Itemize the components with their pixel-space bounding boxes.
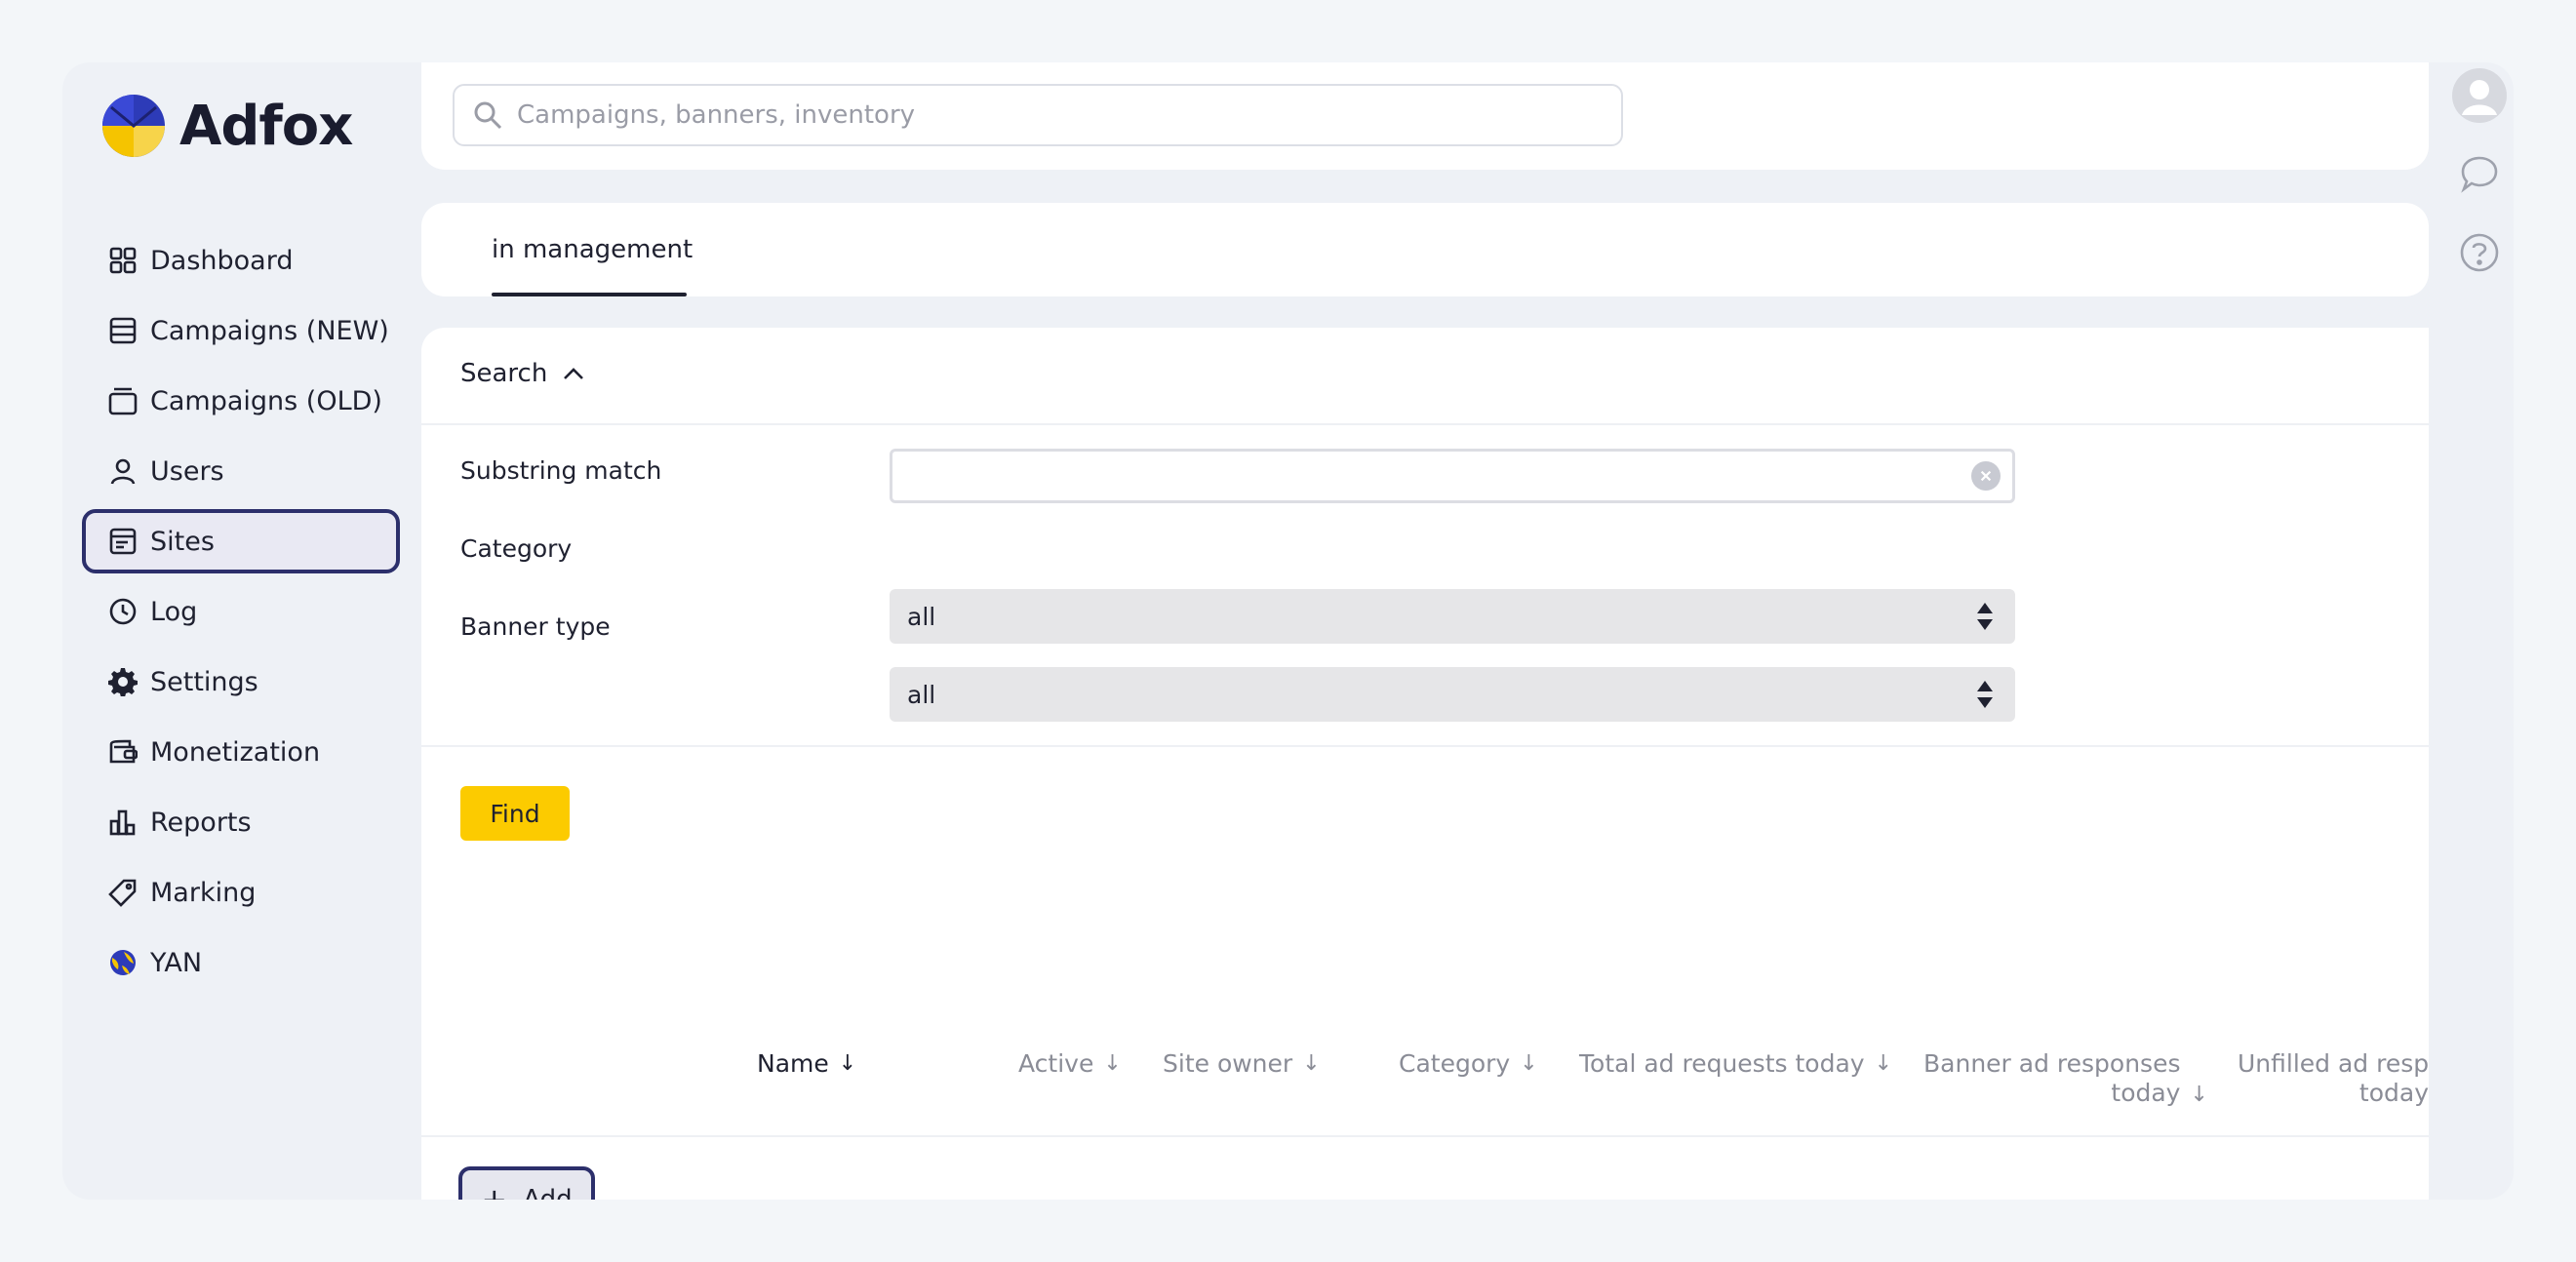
column-label: Name bbox=[757, 1049, 829, 1078]
top-search-card bbox=[421, 62, 2429, 170]
sidebar-item-campaigns-old[interactable]: Campaigns (OLD) bbox=[82, 369, 400, 433]
add-button-label: Add bbox=[523, 1185, 573, 1200]
column-label: Banner ad responses today bbox=[1923, 1049, 2180, 1108]
adfox-logo[interactable]: Adfox bbox=[101, 94, 353, 158]
global-search[interactable] bbox=[453, 84, 1623, 146]
search-input[interactable] bbox=[515, 99, 1592, 131]
category-select[interactable]: all bbox=[890, 589, 2015, 644]
active-tab-indicator bbox=[492, 293, 687, 296]
banner-type-label: Banner type bbox=[460, 612, 611, 641]
column-header-name[interactable]: Name ↓ bbox=[757, 1049, 856, 1078]
filter-divider-top bbox=[421, 423, 2429, 425]
app-frame: Adfox Dashboard Campaigns (NEW) Campaign… bbox=[62, 62, 2514, 1200]
substring-match-field[interactable] bbox=[890, 449, 2015, 503]
avatar[interactable] bbox=[2450, 68, 2509, 123]
sort-arrow-icon: ↓ bbox=[1302, 1051, 1321, 1076]
plus-icon: + bbox=[481, 1181, 508, 1200]
sidebar-item-label: Marking bbox=[150, 877, 257, 908]
avatar-icon bbox=[2452, 68, 2507, 123]
chat-icon[interactable] bbox=[2450, 154, 2509, 193]
sidebar-item-label: Reports bbox=[150, 807, 252, 838]
sort-arrow-icon: ↓ bbox=[1874, 1051, 1892, 1076]
sidebar-item-dashboard[interactable]: Dashboard bbox=[82, 228, 400, 293]
sort-arrow-icon: ↓ bbox=[1520, 1051, 1538, 1076]
sidebar-item-label: Users bbox=[150, 455, 224, 487]
sort-arrow-icon: ↓ bbox=[838, 1051, 857, 1076]
sort-arrow-icon: ↓ bbox=[2190, 1083, 2208, 1107]
find-button[interactable]: Find bbox=[460, 786, 570, 841]
sidebar-item-label: Sites bbox=[150, 526, 215, 557]
yan-globe-icon bbox=[107, 947, 139, 978]
column-label-line: Unfilled ad responses bbox=[2238, 1049, 2429, 1078]
help-icon[interactable] bbox=[2450, 232, 2509, 273]
sidebar-item-settings[interactable]: Settings bbox=[82, 650, 400, 714]
list-icon bbox=[107, 315, 139, 346]
table-header-divider bbox=[421, 1135, 2429, 1137]
banner-type-select[interactable]: all bbox=[890, 667, 2015, 722]
sidebar-item-log[interactable]: Log bbox=[82, 579, 400, 644]
column-label: Total ad requests today bbox=[1579, 1049, 1865, 1078]
column-label: Category bbox=[1399, 1049, 1511, 1078]
column-label: Unfilled ad responses today bbox=[2238, 1049, 2429, 1108]
sort-arrows-icon bbox=[1977, 603, 1993, 630]
clock-icon bbox=[107, 596, 139, 627]
column-header-banner-ad-responses[interactable]: Banner ad responses today ↓ bbox=[1923, 1049, 2208, 1110]
sidebar-item-marking[interactable]: Marking bbox=[82, 860, 400, 925]
search-icon bbox=[474, 101, 502, 130]
sidebar-item-label: Dashboard bbox=[150, 245, 294, 276]
tag-icon bbox=[107, 877, 139, 908]
substring-match-label: Substring match bbox=[460, 456, 662, 485]
sidebar-item-reports[interactable]: Reports bbox=[82, 790, 400, 854]
browser-icon bbox=[107, 526, 139, 557]
tabs-bar: in management bbox=[421, 203, 2429, 296]
column-label: Active bbox=[1018, 1049, 1094, 1078]
banner-type-select-value: all bbox=[907, 680, 936, 709]
user-icon bbox=[107, 455, 139, 487]
column-header-total-ad-requests[interactable]: Total ad requests today ↓ bbox=[1579, 1049, 1892, 1078]
column-label-line: today bbox=[2358, 1079, 2429, 1107]
sidebar-nav: Dashboard Campaigns (NEW) Campaigns (OLD… bbox=[82, 228, 400, 1001]
grid-icon bbox=[107, 245, 139, 276]
sidebar-item-users[interactable]: Users bbox=[82, 439, 400, 503]
sidebar-item-label: Campaigns (OLD) bbox=[150, 385, 382, 416]
sidebar-item-label: Log bbox=[150, 596, 198, 627]
filter-divider-bottom bbox=[421, 745, 2429, 747]
tab-in-management[interactable]: in management bbox=[492, 203, 693, 296]
sidebar-item-sites[interactable]: Sites bbox=[82, 509, 400, 573]
bar-chart-icon bbox=[107, 807, 139, 838]
search-toggle-label: Search bbox=[460, 359, 548, 388]
add-button[interactable]: + Add bbox=[458, 1166, 595, 1200]
sort-arrow-icon: ↓ bbox=[1103, 1051, 1122, 1076]
sidebar-item-monetization[interactable]: Monetization bbox=[82, 720, 400, 784]
column-label-line: today bbox=[2111, 1079, 2181, 1107]
app-name: Adfox bbox=[179, 94, 353, 158]
column-header-category[interactable]: Category ↓ bbox=[1399, 1049, 1538, 1078]
clear-icon[interactable] bbox=[1971, 461, 2001, 491]
column-header-site-owner[interactable]: Site owner ↓ bbox=[1163, 1049, 1321, 1078]
sidebar-item-label: Settings bbox=[150, 666, 258, 697]
search-filter-toggle[interactable]: Search bbox=[460, 359, 586, 388]
sidebar-item-label: Monetization bbox=[150, 736, 321, 768]
chevron-up-icon bbox=[564, 368, 584, 379]
category-label: Category bbox=[460, 534, 573, 563]
sidebar-item-yan[interactable]: YAN bbox=[82, 930, 400, 995]
column-header-active[interactable]: Active ↓ bbox=[1018, 1049, 1122, 1078]
adfox-logo-icon bbox=[102, 95, 165, 157]
column-header-unfilled-ad-responses[interactable]: Unfilled ad responses today bbox=[2238, 1049, 2429, 1108]
category-select-value: all bbox=[907, 602, 936, 631]
sidebar-item-campaigns-new[interactable]: Campaigns (NEW) bbox=[82, 298, 400, 363]
column-label-line: Banner ad responses bbox=[1923, 1049, 2181, 1078]
gear-icon bbox=[107, 666, 139, 697]
sidebar-item-label: YAN bbox=[150, 947, 203, 978]
main-panel: Search Substring match Category all Bann… bbox=[421, 328, 2429, 1200]
sidebar-item-label: Campaigns (NEW) bbox=[150, 315, 389, 346]
wallet-icon bbox=[107, 736, 139, 768]
stack-icon bbox=[107, 385, 139, 416]
sort-arrows-icon bbox=[1977, 681, 1993, 708]
column-label: Site owner bbox=[1163, 1049, 1293, 1078]
